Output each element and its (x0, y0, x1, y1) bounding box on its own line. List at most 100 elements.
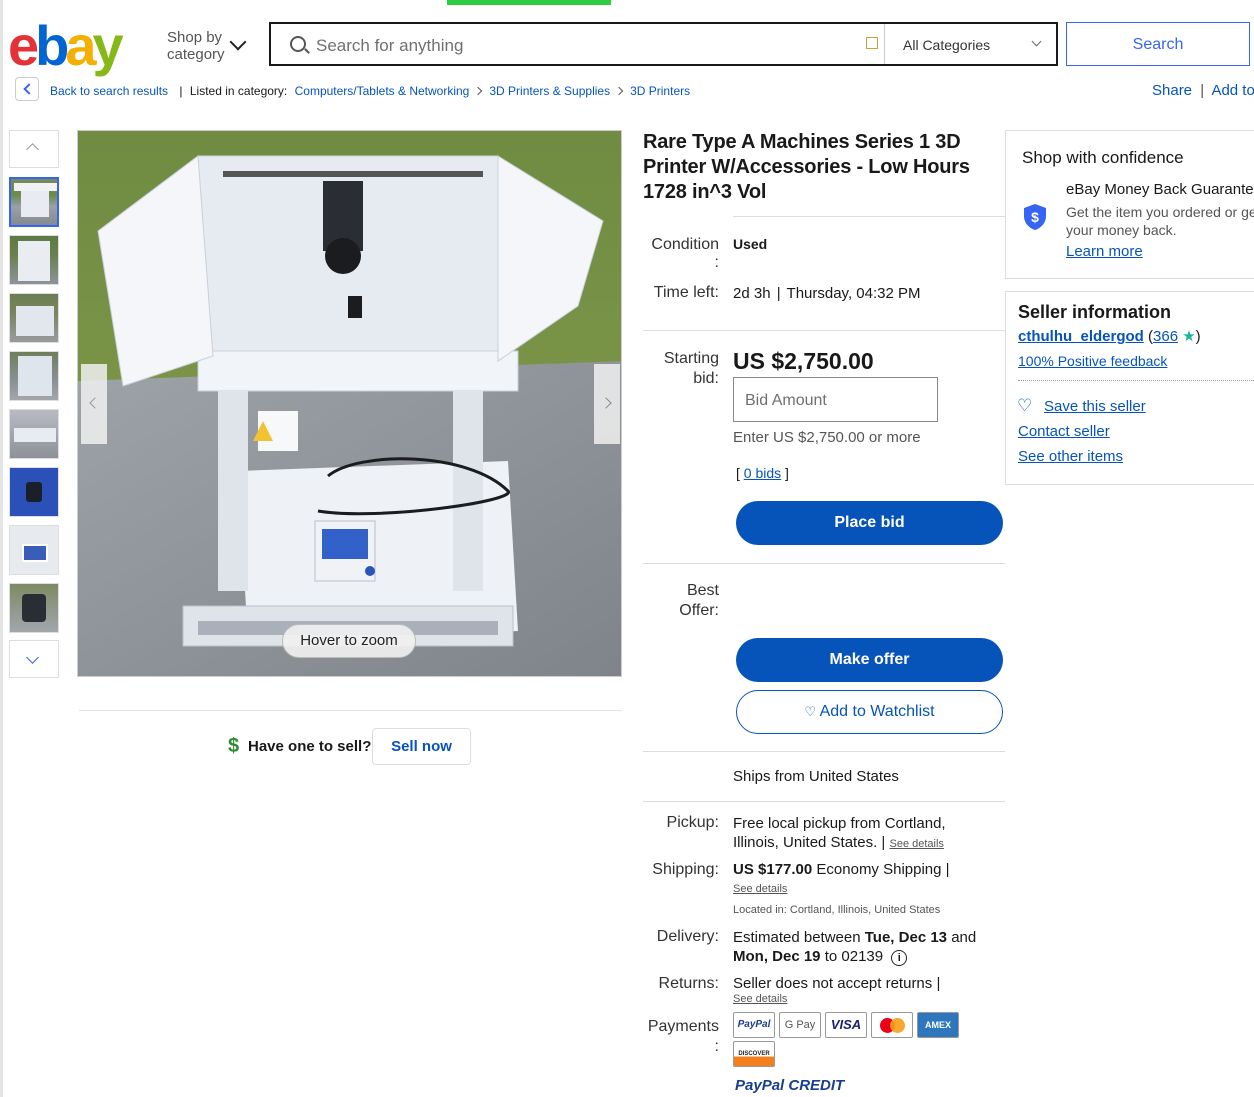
payments-label-text: Payments (647, 1018, 719, 1035)
time-left-label: Time left: (653, 284, 719, 301)
shipping-price: US $177.00 (733, 861, 813, 878)
condition-value: Used (733, 236, 768, 252)
mastercard-circle-orange (890, 1018, 905, 1033)
delivery-end: Mon, Dec 19 (733, 948, 821, 965)
back-arrow-icon[interactable] (15, 77, 39, 101)
thumbnail-5[interactable] (9, 409, 59, 459)
search-input[interactable]: Search for anything (316, 36, 463, 56)
listed-in-label: Listed in category: (189, 84, 288, 98)
guarantee-line2: your money back. (1066, 222, 1177, 238)
ebay-logo[interactable]: ebay (8, 14, 124, 77)
divider (643, 801, 1005, 802)
thumbnail-8[interactable] (9, 583, 59, 633)
divider (1018, 380, 1254, 381)
save-seller-link[interactable]: Save this seller (1044, 398, 1146, 415)
chevron-down-icon[interactable] (229, 33, 247, 51)
chevron-right-icon (600, 397, 612, 409)
item-title: Rare Type A Machines Series 1 3D Printer… (643, 131, 970, 203)
payments-label-colon: : (714, 1038, 719, 1055)
main-product-image[interactable] (77, 130, 622, 677)
pickup-details: Free local pickup from Cortland, Illinoi… (733, 814, 993, 854)
discover-badge: DISCOVER (733, 1041, 775, 1067)
delivery-to: to 02139 (824, 948, 884, 965)
bid-amount-input[interactable]: Bid Amount (733, 377, 938, 422)
bid-hint: Enter US $2,750.00 or more (733, 429, 921, 446)
pickup-line2: Illinois, United States. (733, 834, 878, 851)
bids-link[interactable]: 0 bids (744, 465, 781, 481)
paypal-badge: PayPal (733, 1012, 775, 1038)
star-icon: ★ (1182, 328, 1196, 345)
previous-image-button[interactable] (81, 364, 107, 444)
learn-more-link[interactable]: Learn more (1066, 243, 1143, 260)
returns-value: Seller does not accept returns (733, 975, 933, 992)
thumbnail-7[interactable] (9, 525, 59, 575)
condition-label-colon: : (714, 254, 719, 271)
dollar-icon: $ (228, 735, 240, 757)
divider (733, 216, 1005, 217)
sell-now-button[interactable]: Sell now (372, 728, 471, 765)
share-link[interactable]: Share (1152, 82, 1192, 99)
seller-name-link[interactable]: cthulhu_eldergod (1018, 328, 1144, 345)
best-offer-label: Best Offer: (640, 581, 719, 621)
shipping-method: Economy Shipping (816, 861, 942, 878)
shield-icon: $ (1022, 203, 1048, 231)
price: US $2,750.00 (733, 348, 874, 374)
payments-label: Payments : (640, 1017, 719, 1057)
divider (643, 330, 1005, 331)
shipping-see-details-link[interactable]: See details (733, 883, 787, 895)
pickup-see-details-link[interactable]: See details (889, 838, 943, 850)
separator: | (179, 84, 183, 98)
amex-badge: AMEX (917, 1012, 959, 1038)
best-offer-label-line1: Best (686, 582, 719, 599)
see-other-items-link[interactable]: See other items (1018, 448, 1123, 465)
next-image-button[interactable] (594, 364, 620, 444)
breadcrumb-item-3d-printers[interactable]: 3D Printers (630, 84, 690, 98)
located-in-text: Located in: Cortland, Illinois, United S… (733, 904, 941, 916)
make-offer-button[interactable]: Make offer (736, 638, 1003, 682)
image-search-icon[interactable] (866, 37, 878, 49)
thumbnail-1[interactable] (9, 177, 59, 227)
divider (643, 751, 1005, 752)
search-button[interactable]: Search (1066, 22, 1250, 66)
starting-bid-label: Starting bid: (640, 349, 719, 389)
chevron-right-icon (474, 86, 483, 96)
category-select[interactable]: All Categories (903, 37, 990, 53)
delivery-and: and (951, 929, 977, 946)
starting-bid-label-line1: Starting (663, 350, 719, 367)
starting-bid-label-line2: bid: (693, 370, 719, 387)
mastercard-badge (871, 1012, 913, 1038)
info-icon[interactable]: i (891, 950, 908, 966)
logo-letter-b: b (35, 14, 69, 77)
back-to-results-link[interactable]: Back to search results (50, 84, 168, 98)
add-to-watchlist-button[interactable]: ♡ Add to Watchlist (736, 690, 1003, 734)
separator: | (776, 285, 781, 302)
returns-see-details-link[interactable]: See details (733, 993, 787, 1005)
thumbnail-6[interactable] (9, 467, 59, 517)
divider (79, 710, 622, 711)
add-to-link[interactable]: Add to (1211, 82, 1254, 99)
delivery-prefix: Estimated between (733, 929, 861, 946)
thumbnail-3[interactable] (9, 293, 59, 343)
positive-feedback-link[interactable]: 100% Positive feedback (1018, 353, 1167, 369)
logo-letter-a: a (65, 14, 96, 77)
bids-count: [ 0 bids ] (736, 465, 789, 481)
shop-by-category-button[interactable]: Shop by category (167, 29, 225, 63)
shipping-details: US $177.00 Economy Shipping | (733, 861, 950, 878)
place-bid-button[interactable]: Place bid (736, 501, 1003, 545)
separator: | (1200, 82, 1205, 99)
logo-letter-y: y (92, 14, 124, 77)
time-left-end-date: Thursday, 04:32 PM (786, 285, 921, 302)
feedback-count-link[interactable]: 366 (1153, 328, 1178, 345)
time-left-duration: 2d 3h (733, 285, 771, 302)
guarantee-text: Get the item you ordered or get your mon… (1066, 203, 1254, 239)
returns-label: Returns: (658, 975, 719, 992)
seller-info-heading: Seller information (1018, 302, 1172, 322)
delivery-label: Delivery: (656, 928, 719, 945)
breadcrumb-item-3d-printers-supplies[interactable]: 3D Printers & Supplies (489, 84, 610, 98)
thumbnail-2[interactable] (9, 235, 59, 285)
heart-icon[interactable]: ♡ (1017, 396, 1032, 416)
ships-from-text: Ships from United States (733, 768, 899, 785)
contact-seller-link[interactable]: Contact seller (1018, 423, 1110, 440)
thumbnail-4[interactable] (9, 351, 59, 401)
breadcrumb-item-computers[interactable]: Computers/Tablets & Networking (295, 84, 470, 98)
